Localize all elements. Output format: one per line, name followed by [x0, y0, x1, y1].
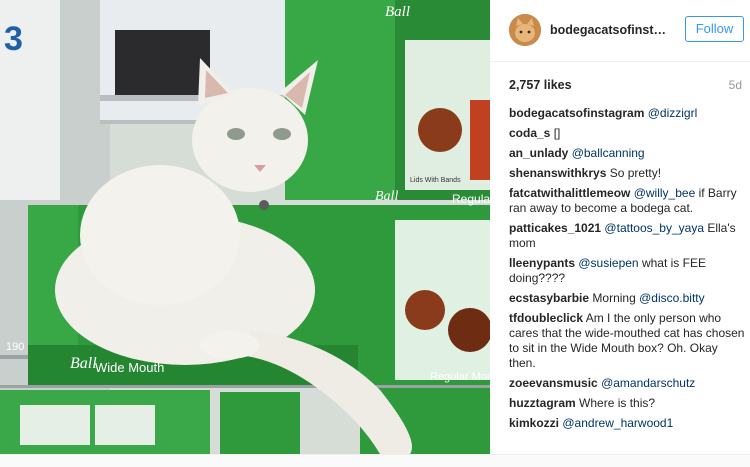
post-meta: 2,757 likes 5d	[490, 62, 750, 102]
comment: ecstasybarbie Morning @disco.bitty	[509, 291, 745, 306]
comment-mention[interactable]: @ballcanning	[572, 146, 645, 160]
comment-text: So pretty!	[609, 166, 662, 180]
follow-button[interactable]: Follow	[685, 16, 744, 42]
photo-regular-mouth: Regular Mouth	[430, 371, 490, 383]
comment-author[interactable]: kimkozzi	[509, 416, 559, 430]
username[interactable]: bodegacatsofinstag...	[550, 23, 670, 37]
comment-author[interactable]: coda_s	[509, 126, 550, 140]
comment: patticakes_1021 @tattoos_by_yaya Ella's …	[509, 221, 745, 251]
comment-mention[interactable]: @dizzigrl	[648, 106, 698, 120]
cat-photo-illustration: Ball Wide Mouth Ball Regula Ball Regular…	[0, 0, 490, 454]
comment-mention[interactable]: @susiepen	[578, 256, 638, 270]
post-header: bodegacatsofinstag... Follow	[490, 0, 750, 62]
comment-author[interactable]: shenanswithkrys	[509, 166, 606, 180]
comment: tfdoubleclick Am I the only person who c…	[509, 311, 745, 371]
avatar[interactable]	[509, 14, 541, 46]
photo-price-tag: 190	[6, 341, 24, 353]
post-time[interactable]: 5d	[729, 78, 742, 92]
comment: huzztagram Where is this?	[509, 396, 745, 411]
comment-mention[interactable]: @amandarschutz	[601, 376, 695, 390]
instagram-post: Ball Wide Mouth Ball Regula Ball Regular…	[0, 0, 750, 467]
comments-list: bodegacatsofinstagram @dizzigrl coda_s […	[509, 106, 745, 436]
comment-mention[interactable]: @willy_bee	[634, 186, 696, 200]
photo-wide-mouth: Wide Mouth	[95, 360, 164, 375]
comment-author[interactable]: ecstasybarbie	[509, 291, 589, 305]
comment: an_unlady @ballcanning	[509, 146, 745, 161]
cat-avatar-icon	[509, 14, 541, 46]
post-sidebar: bodegacatsofinstag... Follow 2,757 likes…	[490, 0, 750, 454]
comment-mention[interactable]: @tattoos_by_yaya	[604, 221, 704, 235]
bottom-strip	[0, 454, 750, 467]
likes-count[interactable]: 2,757 likes	[509, 78, 572, 92]
photo-ball-logo-mid: Ball	[375, 189, 398, 204]
comment-author[interactable]: an_unlady	[509, 146, 568, 160]
comment-author[interactable]: lleenypants	[509, 256, 575, 270]
comment: kimkozzi @andrew_harwood1	[509, 416, 745, 431]
comment-mention[interactable]: @andrew_harwood1	[562, 416, 673, 430]
comment-text: Morning	[592, 291, 640, 305]
comment-text: []	[553, 126, 561, 140]
comment-author[interactable]: fatcatwithalittlemeow	[509, 186, 630, 200]
comment: shenanswithkrys So pretty!	[509, 166, 745, 181]
photo-ball-logo: Ball	[70, 355, 97, 372]
comment-mention[interactable]: @disco.bitty	[639, 291, 705, 305]
photo-big-digit: 3	[4, 20, 23, 58]
comment: lleenypants @susiepen what is FEE doing?…	[509, 256, 745, 286]
comment-author[interactable]: tfdoubleclick	[509, 311, 583, 325]
post-photo[interactable]: Ball Wide Mouth Ball Regula Ball Regular…	[0, 0, 490, 454]
photo-ball-logo-top: Ball	[385, 4, 410, 20]
photo-lids-bands: Lids With Bands	[410, 177, 461, 184]
comment-author[interactable]: bodegacatsofinstagram	[509, 106, 644, 120]
photo-regular-short: Regula	[452, 192, 490, 206]
comment: bodegacatsofinstagram @dizzigrl	[509, 106, 745, 121]
comment-author[interactable]: zoeevansmusic	[509, 376, 598, 390]
comment-author[interactable]: huzztagram	[509, 396, 576, 410]
comment: coda_s []	[509, 126, 745, 141]
comment-author[interactable]: patticakes_1021	[509, 221, 601, 235]
comment-text: Where is this?	[579, 396, 656, 410]
comment: fatcatwithalittlemeow @willy_bee if Barr…	[509, 186, 745, 216]
comment: zoeevansmusic @amandarschutz	[509, 376, 745, 391]
